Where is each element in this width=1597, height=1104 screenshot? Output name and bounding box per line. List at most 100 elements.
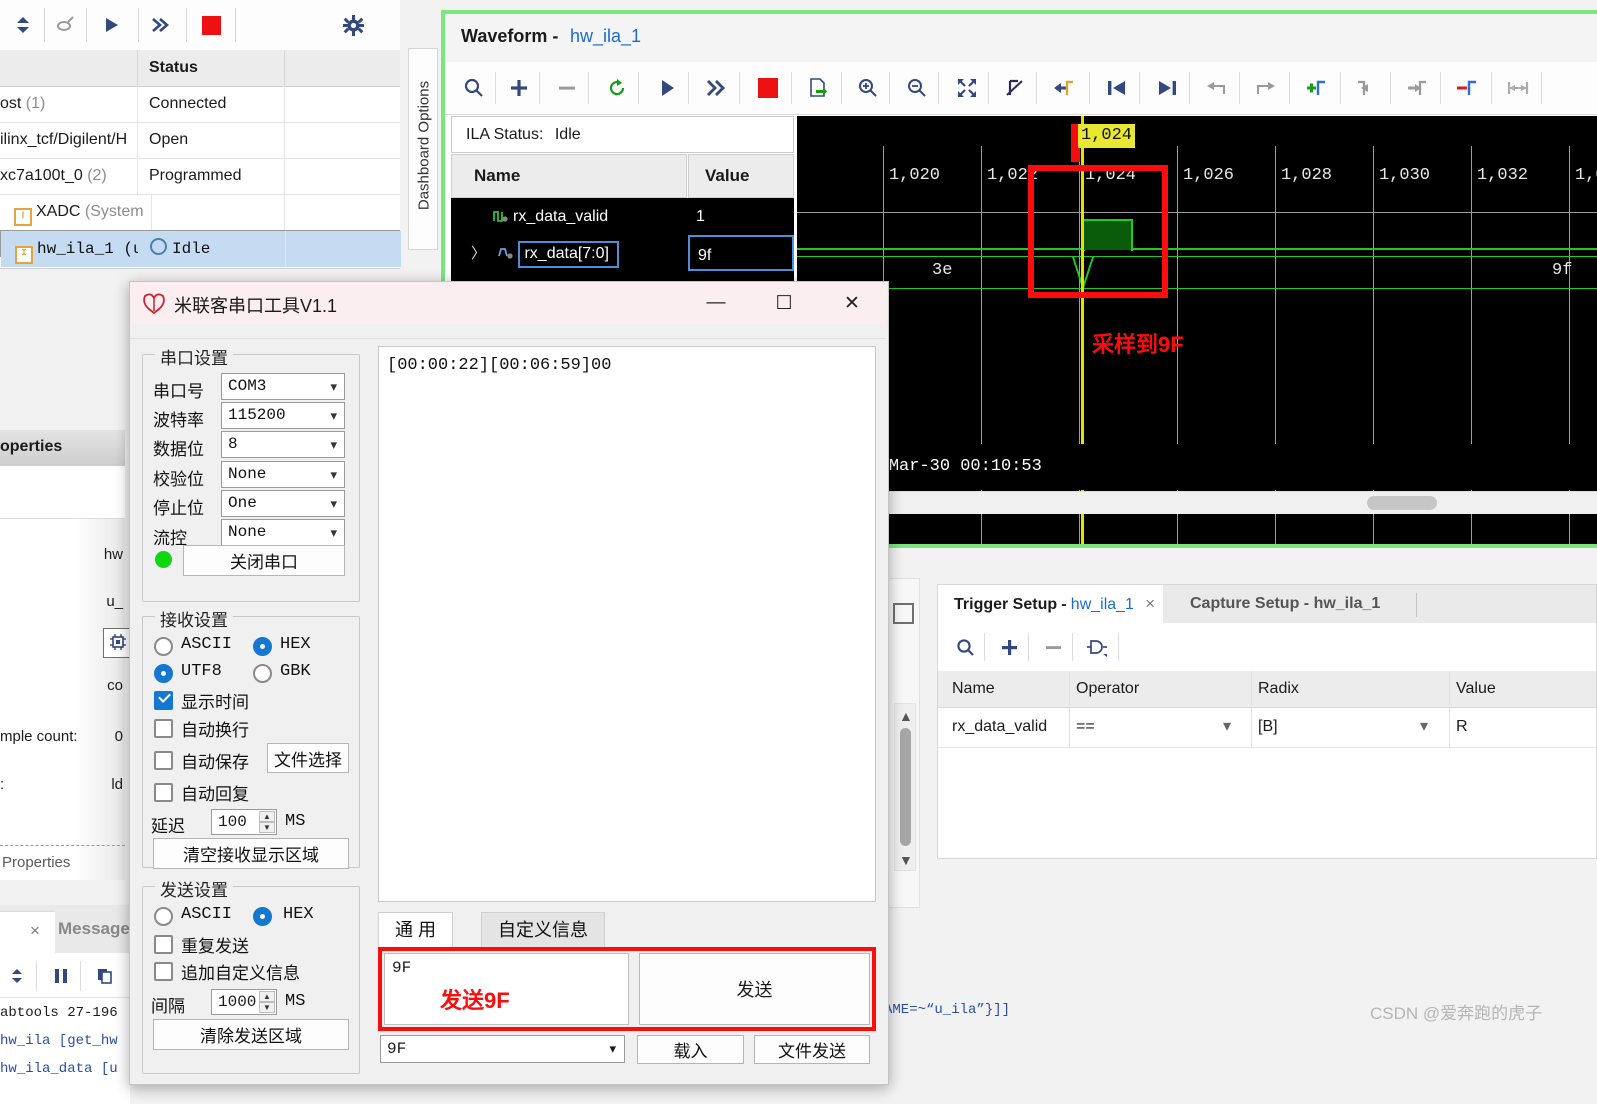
table-row-selected[interactable]: Ihw_ila_1 (u_ila Idle: [0, 230, 401, 267]
trigger-logic-icon[interactable]: [1080, 631, 1114, 663]
radio-hex-recv[interactable]: [253, 637, 272, 656]
checkbox-auto-save[interactable]: [154, 751, 173, 770]
receive-textarea[interactable]: [00:00:22][00:06:59]00: [378, 346, 876, 902]
radio-ascii-recv[interactable]: [154, 637, 173, 656]
add-marker-icon[interactable]: [1047, 72, 1081, 104]
add-probe-icon[interactable]: [992, 631, 1026, 663]
run-icon[interactable]: [96, 10, 126, 40]
stepper-up-icon[interactable]: ▲: [259, 991, 275, 1002]
no-markers-icon[interactable]: [998, 72, 1032, 104]
run-trigger-immediate-icon[interactable]: [699, 72, 733, 104]
flowcontrol-select[interactable]: None ▾: [221, 519, 345, 546]
add-probe-icon[interactable]: [502, 72, 536, 104]
scroll-up-arrow-icon[interactable]: ▲: [899, 708, 913, 724]
signal-value-selected[interactable]: 9f: [688, 235, 794, 271]
table-row[interactable]: xc7a100t_0 (2) Programmed: [0, 158, 400, 195]
table-row[interactable]: I XADC (System: [0, 194, 400, 231]
radio-hex-send[interactable]: [253, 907, 272, 926]
remove-probe-icon[interactable]: [550, 72, 584, 104]
chevron-right-icon[interactable]: 〉: [471, 245, 486, 262]
scrollbar-thumb[interactable]: [1367, 496, 1437, 510]
properties-tabbar[interactable]: Properties: [0, 845, 125, 881]
dialog-titlebar[interactable]: 米联客串口工具V1.1 — ☐ ✕: [130, 282, 886, 325]
maximize-square-icon[interactable]: [893, 603, 914, 624]
settings-gear-icon[interactable]: [338, 10, 368, 40]
zoom-fit-icon[interactable]: [950, 72, 984, 104]
close-icon[interactable]: ×: [1145, 594, 1155, 613]
checkbox-repeat-send[interactable]: [154, 935, 173, 954]
previous-marker-icon[interactable]: [1100, 72, 1134, 104]
signal-row[interactable]: 〉 rx_data[7:0]: [451, 235, 707, 272]
checkbox-auto-reply[interactable]: [154, 783, 173, 802]
checkbox-show-time[interactable]: [154, 691, 173, 710]
search-icon[interactable]: [948, 631, 982, 663]
waveform-title-target[interactable]: hw_ila_1: [570, 26, 641, 47]
radio-ascii-send[interactable]: [154, 907, 173, 926]
close-port-button[interactable]: 关闭串口: [183, 545, 345, 576]
close-button[interactable]: ✕: [818, 282, 886, 324]
tab-trigger-setup[interactable]: Trigger Setup - hw_ila_1 ×: [938, 585, 1164, 623]
databits-select[interactable]: 8 ▾: [221, 431, 345, 458]
redo-zoom-icon[interactable]: [1249, 72, 1283, 104]
refresh-target-icon[interactable]: [50, 10, 80, 40]
stepper-up-icon[interactable]: ▲: [259, 811, 275, 822]
run-all-icon[interactable]: [145, 10, 175, 40]
radio-utf8-recv[interactable]: [154, 664, 173, 683]
chevron-down-icon[interactable]: ▾: [330, 432, 337, 457]
export-icon[interactable]: [801, 72, 835, 104]
minimize-button[interactable]: —: [682, 282, 750, 324]
tab-capture-setup[interactable]: Capture Setup - hw_ila_1: [1176, 585, 1394, 623]
chevron-down-icon[interactable]: ▾: [1223, 707, 1231, 747]
updown-arrows-icon[interactable]: [8, 10, 38, 40]
remove-cursor-icon[interactable]: [1450, 72, 1484, 104]
file-send-button[interactable]: 文件发送: [754, 1035, 870, 1064]
chevron-down-icon[interactable]: ▾: [609, 1036, 616, 1062]
trigger-compare-value[interactable]: R: [1456, 707, 1468, 747]
table-row[interactable]: ost (1) Connected: [0, 86, 400, 123]
delay-stepper[interactable]: 100 ▲ ▼: [211, 809, 277, 835]
messages-tab[interactable]: [0, 911, 55, 954]
zoom-in-icon[interactable]: [851, 72, 885, 104]
chevron-down-icon[interactable]: ▾: [1420, 707, 1428, 747]
checkbox-auto-newline[interactable]: [154, 719, 173, 738]
copy-icon[interactable]: [90, 961, 120, 991]
clear-send-button[interactable]: 清除发送区域: [153, 1019, 349, 1050]
chevron-down-icon[interactable]: ▾: [330, 520, 337, 545]
pause-icon[interactable]: [46, 961, 76, 991]
goto-first-icon[interactable]: [1350, 72, 1384, 104]
port-number-select[interactable]: COM3 ▾: [221, 373, 345, 400]
next-marker-icon[interactable]: [1150, 72, 1184, 104]
chevron-down-icon[interactable]: ▾: [330, 462, 337, 487]
stopbits-select[interactable]: One ▾: [221, 490, 345, 517]
send-history-select[interactable]: 9F ▾: [380, 1035, 625, 1063]
stepper-down-icon[interactable]: ▼: [259, 1002, 275, 1013]
chevron-down-icon[interactable]: ▾: [330, 374, 337, 399]
file-select-button[interactable]: 文件选择: [267, 743, 349, 773]
load-button[interactable]: 载入: [637, 1035, 744, 1064]
stop-icon[interactable]: [196, 10, 226, 40]
zoom-out-icon[interactable]: [900, 72, 934, 104]
goto-next-icon[interactable]: [1400, 72, 1434, 104]
parity-select[interactable]: None ▾: [221, 461, 345, 488]
tab-custom-message[interactable]: 自定义信息: [481, 912, 605, 948]
baudrate-select[interactable]: 115200 ▾: [221, 402, 345, 429]
interval-stepper[interactable]: 1000 ▲ ▼: [211, 989, 277, 1015]
dashboard-options-tab[interactable]: Dashboard Options: [408, 48, 438, 250]
stop-icon[interactable]: [751, 72, 785, 104]
measure-icon[interactable]: [1501, 72, 1535, 104]
refresh-icon[interactable]: [600, 72, 634, 104]
checkbox-append-custom[interactable]: [154, 962, 173, 981]
trigger-radix-value[interactable]: [B]: [1258, 707, 1278, 747]
trigger-operator-value[interactable]: ==: [1076, 707, 1095, 747]
scroll-down-arrow-icon[interactable]: ▼: [899, 852, 913, 868]
add-cursor-icon[interactable]: [1299, 72, 1333, 104]
remove-probe-icon[interactable]: [1036, 631, 1070, 663]
trigger-table-row[interactable]: rx_data_valid == ▾ [B] ▾ R: [938, 707, 1596, 748]
chevron-down-icon[interactable]: ▾: [330, 403, 337, 428]
close-icon[interactable]: ×: [30, 921, 40, 941]
maximize-button[interactable]: ☐: [750, 282, 818, 324]
run-trigger-icon[interactable]: [650, 72, 684, 104]
signal-name-selected[interactable]: rx_data[7:0]: [518, 241, 619, 268]
radio-gbk-recv[interactable]: [253, 664, 272, 683]
undo-zoom-icon[interactable]: [1199, 72, 1233, 104]
